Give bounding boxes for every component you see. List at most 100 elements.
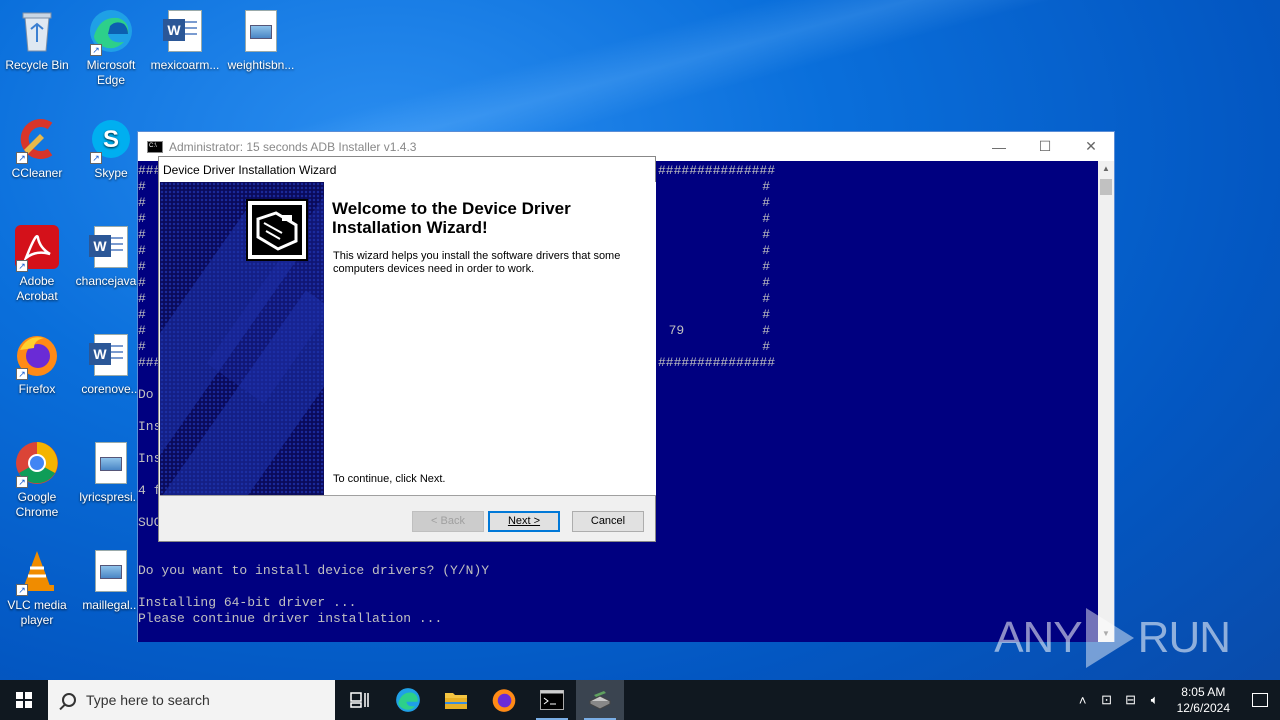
ccleaner-icon: ↗ (14, 116, 60, 164)
system-tray: ˄ ⊡ ⊟ 🔈︎ 8:05 AM 12/6/2024 (1071, 680, 1280, 720)
wizard-title: Device Driver Installation Wizard (159, 157, 655, 182)
wizard-divider (160, 495, 656, 496)
desktop-icon-edge[interactable]: ↗ Microsoft Edge (74, 8, 148, 88)
console-line: # (762, 307, 770, 322)
console-line: # (762, 259, 770, 274)
next-button-label: Next > (507, 515, 541, 527)
taskbar: Type here to search ˄ ⊡ ⊟ 🔈︎ 8:05 AM 12/… (0, 680, 1280, 720)
console-line (138, 579, 489, 595)
search-icon (62, 693, 76, 707)
action-center-button[interactable] (1240, 693, 1280, 707)
notification-icon (1252, 693, 1268, 707)
scroll-up-arrow-icon[interactable]: ▲ (1098, 161, 1114, 177)
console-line: # (762, 339, 770, 354)
desktop-icon-label: VLC media player (7, 598, 67, 627)
taskbar-console[interactable] (528, 680, 576, 720)
console-line: ############### (658, 163, 776, 178)
taskbar-firefox[interactable] (480, 680, 528, 720)
show-hidden-icons-chevron-icon[interactable]: ˄ (1071, 693, 1095, 708)
firefox-icon: ↗ (14, 332, 60, 380)
close-button[interactable]: ✕ (1068, 132, 1114, 161)
console-line: # (762, 211, 770, 226)
firefox-icon (492, 689, 516, 712)
scroll-thumb[interactable] (1100, 179, 1112, 195)
desktop-icon-recycle-bin[interactable]: Recycle Bin (0, 8, 74, 73)
clock-time: 8:05 AM (1181, 685, 1226, 699)
watermark-right: RUN (1137, 613, 1231, 662)
console-line: # (762, 179, 770, 194)
desktop-icon-label: weightisbn... (227, 58, 295, 72)
desktop-icon-label: Google Chrome (15, 490, 59, 519)
volume-icon[interactable]: 🔈︎ (1143, 692, 1167, 708)
console-line: Installing 64-bit driver ... (138, 595, 357, 610)
clock-date: 12/6/2024 (1176, 701, 1230, 715)
desktop-icon-label: Microsoft Edge (86, 58, 136, 87)
console-scrollbar[interactable]: ▲ ▼ (1098, 161, 1114, 642)
wizard-banner (160, 182, 324, 495)
image-file-icon (238, 8, 284, 54)
console-line: ############### (658, 355, 776, 370)
desktop-icon-label: Adobe Acrobat (16, 274, 58, 303)
device-icon[interactable]: ⊡ (1095, 692, 1119, 708)
desktop-icon-label: mexicoarm... (150, 58, 220, 72)
taskbar-search[interactable]: Type here to search (48, 680, 335, 720)
watermark-left: ANY (994, 613, 1082, 662)
minimize-button[interactable]: — (976, 132, 1022, 161)
next-button[interactable]: Next > (488, 511, 560, 532)
console-tail-lines: Do you want to install device drivers? (… (138, 563, 489, 627)
chrome-icon: ↗ (14, 440, 60, 488)
terminal-icon (540, 690, 564, 710)
word-doc-icon: W (88, 224, 134, 270)
installer-icon (588, 691, 612, 710)
svg-text:S: S (103, 126, 119, 153)
desktop-icon-mexicoarm[interactable]: W mexicoarm... (148, 8, 222, 73)
desktop-icon-label: Firefox (18, 382, 56, 396)
wizard-heading: Welcome to the Device Driver Installatio… (332, 199, 571, 237)
wizard-description: This wizard helps you install the softwa… (333, 250, 621, 275)
image-file-icon (88, 548, 134, 594)
console-line: # (762, 275, 770, 290)
desktop-icon-adobe-acrobat[interactable]: ↗ Adobe Acrobat (0, 224, 74, 304)
back-button[interactable]: < Back (412, 511, 484, 532)
console-right-column: ############### # # # # # # # # #79 # # ###########… (658, 163, 776, 371)
wizard-content: Welcome to the Device Driver Installatio… (324, 182, 656, 495)
recycle-bin-icon (14, 8, 60, 54)
windows-logo-icon (16, 692, 32, 708)
desktop-icon-vlc[interactable]: ↗ VLC media player (0, 548, 74, 628)
console-line: # (762, 227, 770, 242)
taskbar-file-explorer[interactable] (432, 680, 480, 720)
network-icon[interactable]: ⊟ (1119, 692, 1143, 708)
desktop-icon-label: Recycle Bin (5, 58, 69, 72)
maximize-button[interactable]: ☐ (1022, 132, 1068, 161)
acrobat-icon: ↗ (14, 224, 60, 272)
word-doc-icon: W (88, 332, 134, 378)
console-line: # (762, 195, 770, 210)
console-line: # (762, 291, 770, 306)
taskbar-driver-installer[interactable] (576, 680, 624, 720)
console-line: 79 # (668, 323, 770, 338)
desktop-icon-ccleaner[interactable]: ↗ CCleaner (0, 116, 74, 181)
desktop-icon-label: CCleaner (11, 166, 63, 180)
folder-icon (445, 693, 467, 709)
device-driver-icon (246, 199, 308, 261)
edge-icon: ↗ (88, 8, 134, 56)
console-line: # (762, 243, 770, 258)
driver-wizard-dialog[interactable]: Device Driver Installation Wizard Welcom… (158, 156, 656, 542)
clock[interactable]: 8:05 AM 12/6/2024 (1167, 684, 1240, 716)
console-line: Do you want to install device drivers? (… (138, 563, 490, 578)
anyrun-watermark: ANY RUN (994, 608, 1231, 668)
start-button[interactable] (0, 680, 48, 720)
task-view-icon (350, 692, 369, 708)
image-file-icon (88, 440, 134, 486)
task-view-button[interactable] (336, 680, 384, 720)
desktop-icon-google-chrome[interactable]: ↗ Google Chrome (0, 440, 74, 520)
watermark-play-icon (1085, 608, 1134, 668)
wizard-continue-text: To continue, click Next. (333, 473, 446, 485)
edge-icon (396, 688, 420, 712)
desktop-icon-firefox[interactable]: ↗ Firefox (0, 332, 74, 397)
taskbar-edge[interactable] (384, 680, 432, 720)
desktop-icon-weightisbn[interactable]: weightisbn... (224, 8, 298, 73)
vlc-icon: ↗ (14, 548, 60, 596)
console-app-icon (147, 140, 163, 153)
cancel-button[interactable]: Cancel (572, 511, 644, 532)
